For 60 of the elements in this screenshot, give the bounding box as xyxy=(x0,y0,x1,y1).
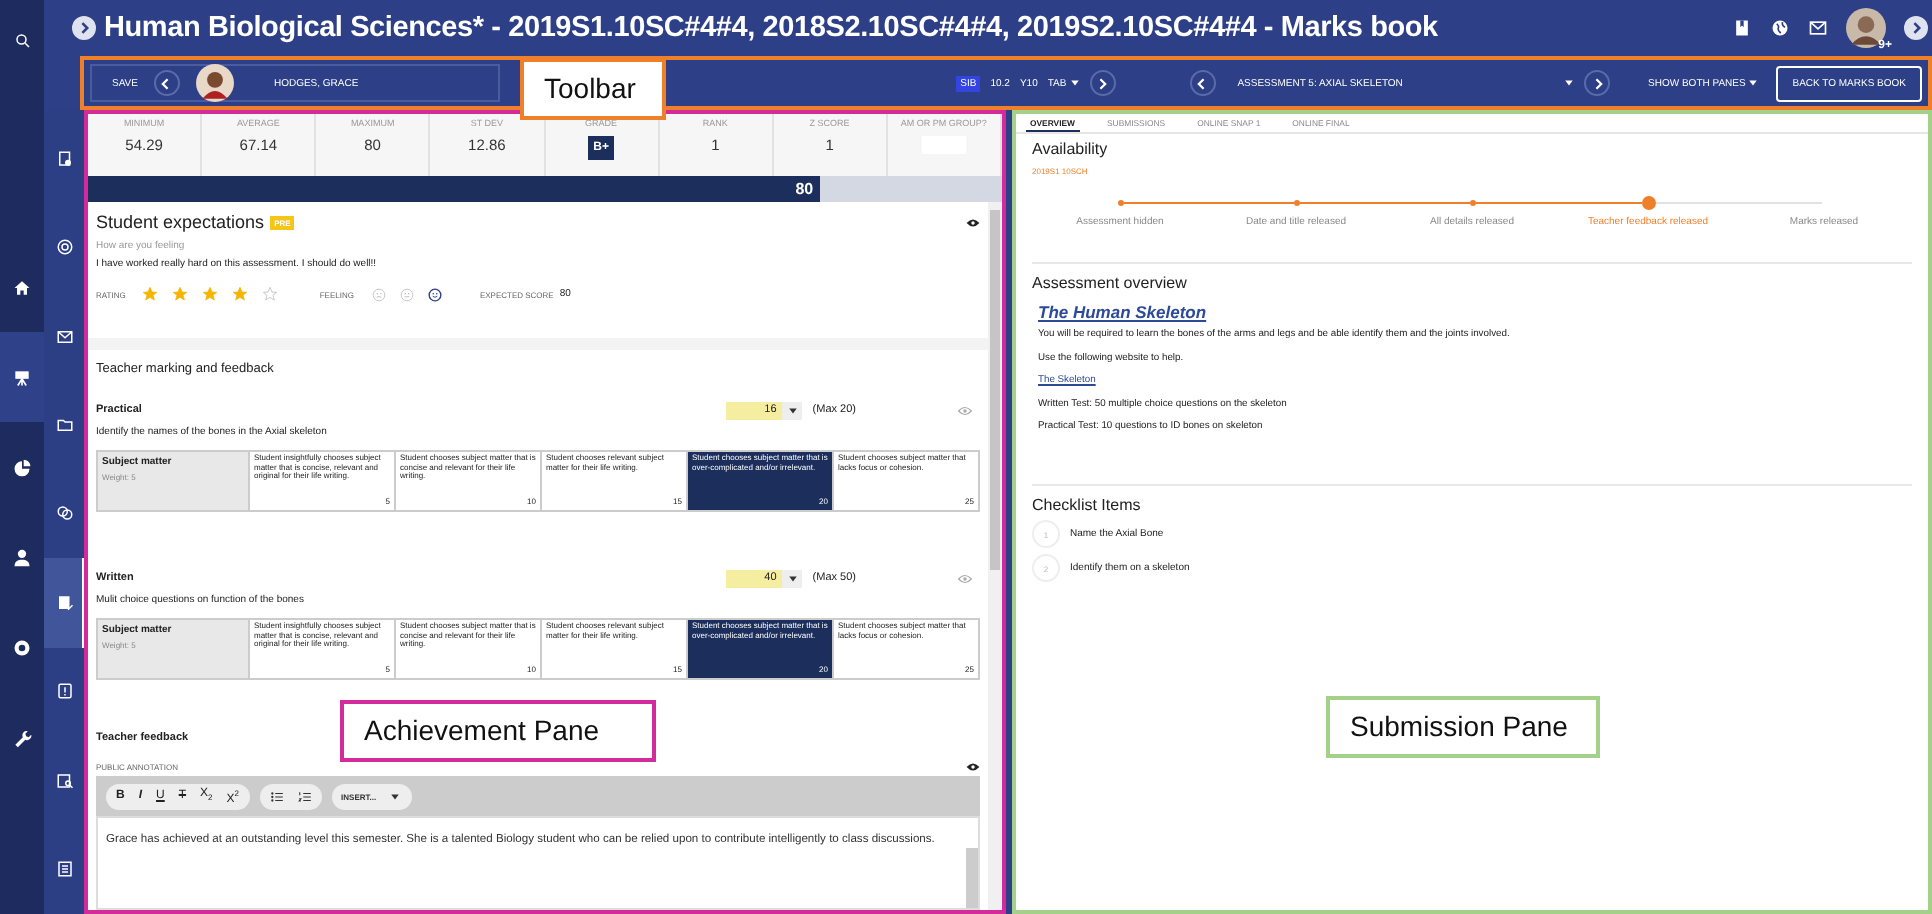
circle-icon xyxy=(12,637,32,657)
target-icon xyxy=(55,238,73,257)
section-title: Checklist Items xyxy=(1032,496,1143,514)
caret-icon xyxy=(390,791,401,801)
star-icon xyxy=(261,286,278,302)
student-avatar xyxy=(195,64,234,102)
previous-button[interactable] xyxy=(153,70,180,96)
annotation-label: Achievement Pane xyxy=(340,700,656,762)
window-title: Human Biological Sciences* - 2019S1.10SC#4#4, 2018S2.10SC#4#4, 2019S2.10SC#4#4 - Marks book xyxy=(104,12,1438,44)
person-icon xyxy=(12,547,32,567)
bullet-list-icon[interactable] xyxy=(269,789,284,803)
mail-icon[interactable] xyxy=(1808,18,1828,38)
easel-icon xyxy=(12,367,32,387)
caret-icon xyxy=(1564,77,1575,87)
eye-icon[interactable] xyxy=(966,215,980,229)
gear-document-icon xyxy=(55,149,73,168)
section-title: Student expectations xyxy=(96,212,265,232)
section-title: Assessment overview xyxy=(1032,274,1189,292)
caret-icon xyxy=(787,405,798,415)
nav-item[interactable] xyxy=(0,332,44,422)
previous-button[interactable] xyxy=(1189,70,1216,96)
caret-icon xyxy=(787,573,798,583)
scrollbar[interactable] xyxy=(990,210,1000,570)
list-icon xyxy=(55,860,73,879)
star-icon xyxy=(201,286,218,302)
star-rating[interactable] xyxy=(141,286,278,302)
chevron-right-icon xyxy=(1094,75,1111,91)
star-icon xyxy=(141,286,158,302)
annotation-label: Submission Pane xyxy=(1326,696,1600,758)
wrench-icon xyxy=(12,727,32,747)
folder-icon xyxy=(55,416,73,435)
book-icon[interactable] xyxy=(1732,18,1752,38)
section-title: Availability xyxy=(1032,140,1110,158)
mail-icon xyxy=(55,327,73,346)
expand-button[interactable] xyxy=(72,16,96,40)
star-icon xyxy=(171,286,188,302)
annotation-label: Toolbar xyxy=(520,58,666,120)
caret-icon xyxy=(1069,77,1080,88)
numbered-list-icon[interactable] xyxy=(297,789,312,803)
next-button[interactable] xyxy=(1089,70,1116,96)
pie-chart-icon xyxy=(12,457,32,477)
tool-item[interactable] xyxy=(44,558,84,648)
caret-icon xyxy=(1748,77,1759,88)
alert-icon xyxy=(55,682,73,701)
eye-icon[interactable] xyxy=(966,760,980,774)
globe-icon[interactable] xyxy=(1770,18,1790,38)
star-icon xyxy=(231,286,248,302)
assessment-title-link[interactable]: The Human Skeleton xyxy=(1038,302,1912,322)
smiley-face-icon[interactable] xyxy=(427,287,442,301)
search-icon[interactable] xyxy=(13,32,31,50)
expand-button[interactable] xyxy=(1904,16,1928,40)
chevron-right-icon xyxy=(76,20,92,36)
book-search-icon xyxy=(55,771,73,790)
scrollbar[interactable] xyxy=(966,848,978,908)
home-icon xyxy=(12,277,32,297)
gradebook-icon xyxy=(55,593,73,612)
score-value: 80 xyxy=(795,180,816,198)
chat-icon xyxy=(55,504,73,523)
next-button[interactable] xyxy=(1584,70,1611,96)
chevron-right-icon xyxy=(1908,20,1924,36)
